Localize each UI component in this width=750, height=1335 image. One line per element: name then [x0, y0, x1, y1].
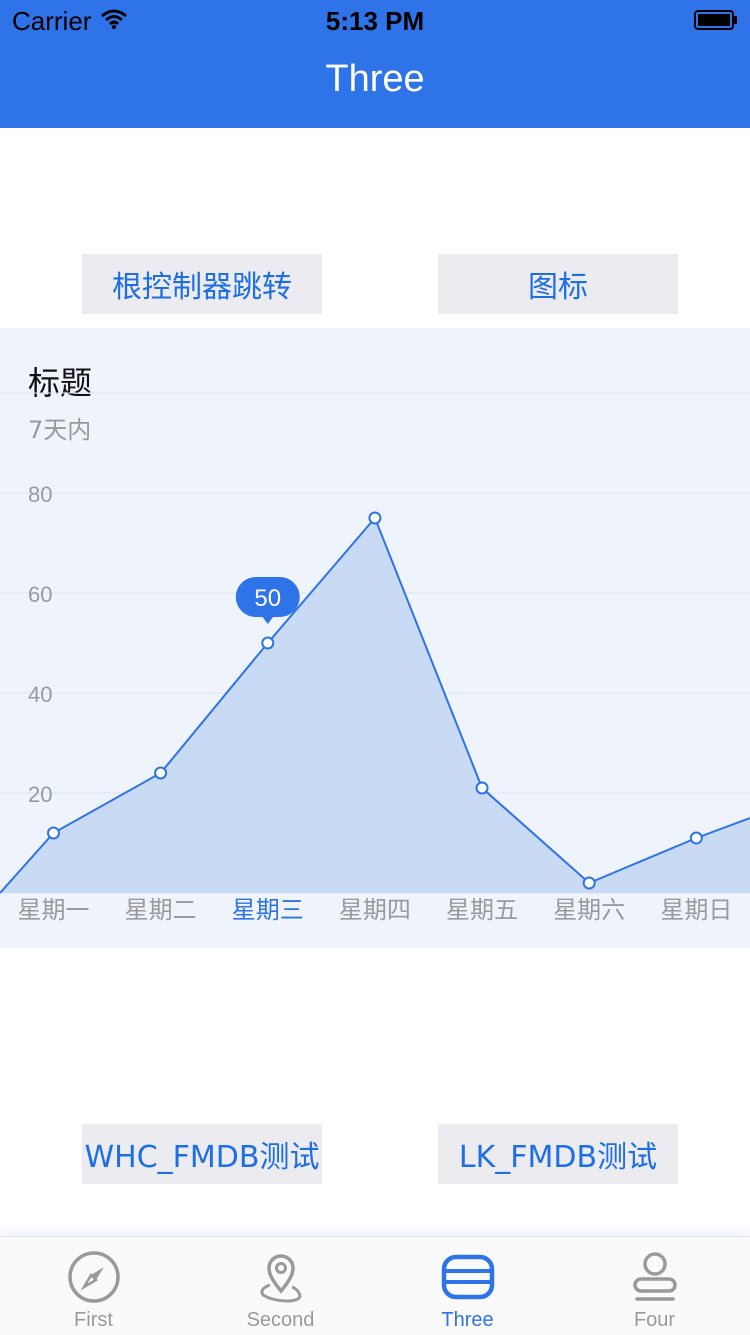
- x-axis-labels: 星期一 星期二 星期三 星期四 星期五 星期六 星期日: [0, 876, 750, 940]
- compass-icon: [68, 1251, 120, 1303]
- page-title: Three: [325, 58, 425, 100]
- x-tick-label[interactable]: 星期六: [536, 890, 643, 925]
- data-point: [261, 636, 275, 650]
- tab-label: Three: [441, 1309, 494, 1331]
- x-tick-label[interactable]: 星期日: [643, 890, 750, 925]
- x-tick-label[interactable]: 星期二: [107, 890, 214, 925]
- battery-icon: [694, 10, 737, 30]
- y-tick-label: 40: [28, 682, 52, 707]
- tooltip-pointer: [261, 616, 274, 624]
- x-tick-label[interactable]: 星期四: [321, 890, 428, 925]
- navigation-bar: Three: [0, 40, 750, 128]
- x-tick-label[interactable]: 星期一: [0, 890, 107, 925]
- tab-first[interactable]: First: [0, 1237, 187, 1335]
- data-point: [475, 781, 489, 795]
- data-point: [368, 511, 382, 525]
- x-tick-label[interactable]: 星期五: [429, 890, 536, 925]
- chart-panel: 标题 7天内 20 40 60 80 50 星期一 星期二 星期三 星期四 星期五 星期六 星期日: [0, 328, 750, 948]
- tab-three[interactable]: Three: [374, 1237, 561, 1335]
- tab-second[interactable]: Second: [187, 1237, 374, 1335]
- x-tick-label[interactable]: 星期三: [214, 890, 321, 925]
- card-icon: [441, 1254, 495, 1300]
- root-controller-jump-button[interactable]: 根控制器跳转: [82, 254, 322, 314]
- whc-fmdb-test-button[interactable]: WHC_FMDB测试: [82, 1124, 322, 1184]
- area-chart[interactable]: 20 40 60 80 50: [0, 328, 750, 948]
- data-point: [689, 831, 703, 845]
- tooltip-value: 50: [254, 585, 281, 612]
- lk-fmdb-test-button[interactable]: LK_FMDB测试: [438, 1124, 678, 1184]
- y-tick-label: 20: [28, 782, 52, 807]
- status-bar: Carrier 5:13 PM: [0, 0, 750, 40]
- location-pin-icon: [260, 1254, 302, 1303]
- tab-label: First: [74, 1309, 113, 1331]
- tab-label: Second: [246, 1309, 315, 1331]
- person-icon: [633, 1252, 677, 1301]
- tab-four[interactable]: Four: [561, 1237, 748, 1335]
- series-area: [0, 518, 750, 893]
- status-time: 5:13 PM: [325, 6, 425, 36]
- tab-bar: First Second Three Four: [0, 1236, 750, 1335]
- tab-label: Four: [633, 1309, 676, 1331]
- data-point: [154, 766, 168, 780]
- data-point: [47, 826, 60, 840]
- y-tick-label: 60: [28, 582, 52, 607]
- y-tick-label: 80: [28, 482, 52, 507]
- icon-button[interactable]: 图标: [438, 254, 678, 314]
